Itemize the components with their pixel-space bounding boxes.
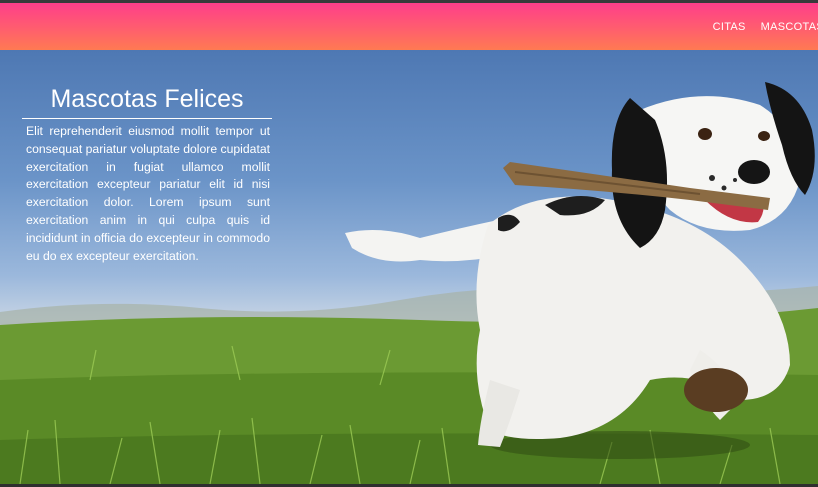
nav-link-mascotas[interactable]: MASCOTAS — [761, 21, 818, 33]
info-panel: Mascotas Felices Elit reprehenderit eius… — [22, 84, 272, 265]
nav-link-citas[interactable]: CITAS — [713, 21, 746, 33]
top-navbar: CITAS MASCOTAS — [0, 3, 818, 50]
hero-section: Mascotas Felices Elit reprehenderit eius… — [0, 50, 818, 484]
hero-description: Elit reprehenderit eiusmod mollit tempor… — [26, 124, 270, 263]
nav-links: CITAS MASCOTAS — [698, 3, 818, 50]
hero-title: Mascotas Felices — [22, 84, 272, 119]
